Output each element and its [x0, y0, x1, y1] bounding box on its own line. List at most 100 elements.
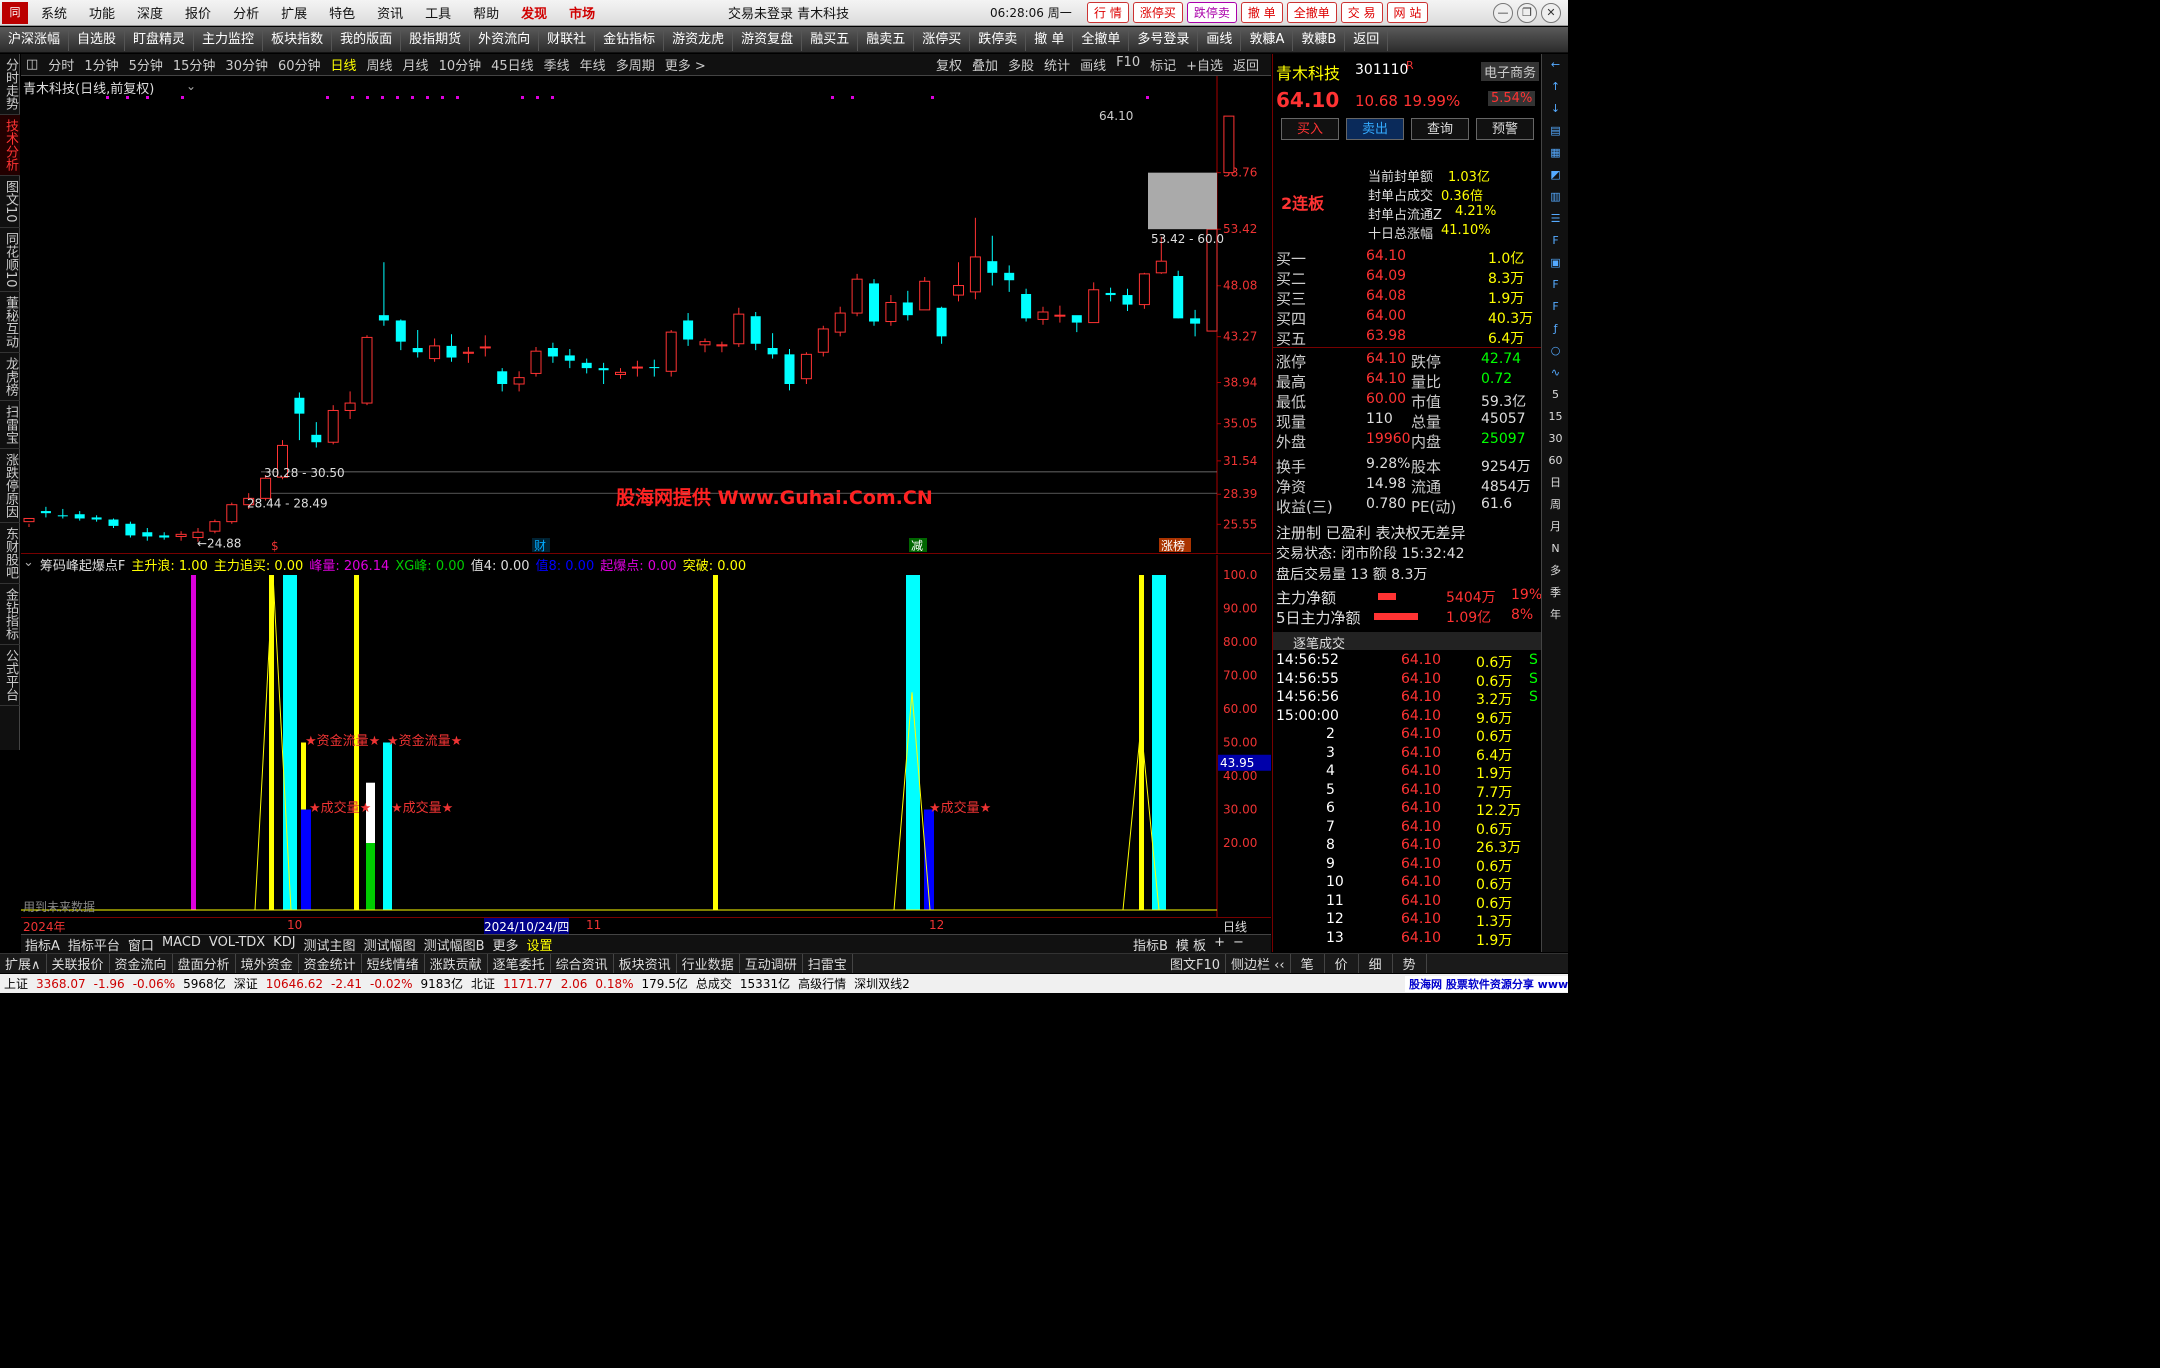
period-tab[interactable]: 季线 [539, 55, 575, 74]
period-shortcut[interactable]: 60 [1542, 450, 1568, 472]
period-tab[interactable]: 15分钟 [168, 55, 221, 74]
toolbar-button[interactable]: 金钻指标 [595, 28, 665, 51]
toolbar-button[interactable]: 主力监控 [194, 28, 264, 51]
arrow-up-icon[interactable]: ↑ [1542, 76, 1568, 98]
indicator-tool[interactable]: − [1229, 935, 1248, 954]
period-shortcut[interactable]: 周 [1542, 494, 1568, 516]
menu-item[interactable]: 特色 [318, 3, 366, 22]
period-shortcut[interactable]: 5 [1542, 384, 1568, 406]
toolbar-button[interactable]: 敦糠B [1293, 28, 1346, 51]
period-shortcut[interactable]: 30 [1542, 428, 1568, 450]
chart-tool-button[interactable]: 复权 [931, 55, 967, 74]
toolbar-button[interactable]: 自选股 [69, 28, 126, 51]
restore-icon[interactable]: ❐ [1517, 2, 1537, 23]
bottom-tab[interactable]: 扫雷宝 [803, 954, 853, 973]
indicator-tab[interactable]: 测试幅图B [420, 935, 489, 954]
bottom-tab[interactable]: 短线情绪 [362, 954, 425, 973]
indicator-tab[interactable]: MACD [158, 935, 205, 954]
f2-icon[interactable]: F [1542, 296, 1568, 318]
left-tab[interactable]: 涨跌停原因 [0, 449, 20, 524]
chart-tool-button[interactable]: 返回 [1228, 55, 1264, 74]
indicator-collapse-icon[interactable]: ⌄ [23, 555, 34, 574]
period-tab[interactable]: 45日线 [486, 55, 539, 74]
bottom-tab[interactable]: 互动调研 [740, 954, 803, 973]
chart-tool-button[interactable]: 多股 [1003, 55, 1039, 74]
bottom-right-tab[interactable]: 价 [1325, 954, 1359, 973]
bottom-right-tab[interactable]: 细 [1359, 954, 1393, 973]
toolbar-button[interactable]: 撤 单 [1026, 28, 1074, 51]
chart-tool-button[interactable]: 画线 [1075, 55, 1111, 74]
left-tab[interactable]: 图文10 [0, 176, 20, 228]
period-shortcut[interactable]: 多 [1542, 560, 1568, 582]
left-tab[interactable]: 东财股吧 [0, 523, 20, 585]
indicator-tool[interactable]: 指标B [1129, 935, 1172, 954]
menu-market[interactable]: 市场 [558, 3, 606, 22]
toolbar-button[interactable]: 沪深涨幅 [0, 28, 70, 51]
f10-icon[interactable]: F [1542, 230, 1568, 252]
toolbar-button[interactable]: 涨停买 [914, 28, 971, 51]
candle-icon[interactable]: ▥ [1542, 186, 1568, 208]
left-tab[interactable]: 金钻指标 [0, 584, 20, 646]
close-icon[interactable]: ✕ [1541, 2, 1561, 23]
period-tab[interactable]: 60分钟 [273, 55, 326, 74]
period-shortcut[interactable]: 15 [1542, 406, 1568, 428]
doc-icon[interactable]: ▣ [1542, 252, 1568, 274]
period-tab[interactable]: 5分钟 [124, 55, 168, 74]
indicator-tab[interactable]: 指标A [21, 935, 64, 954]
toolbar-button[interactable]: 多号登录 [1129, 28, 1199, 51]
period-shortcut[interactable]: N [1542, 538, 1568, 560]
period-tab[interactable]: 月线 [398, 55, 434, 74]
bottom-tab[interactable]: 行业数据 [677, 954, 740, 973]
bottom-tab[interactable]: 盘面分析 [173, 954, 236, 973]
left-tab[interactable]: 公式平台 [0, 645, 20, 707]
indicator-tab[interactable]: 设置 [523, 935, 557, 954]
toolbar-button[interactable]: 外资流向 [470, 28, 540, 51]
period-shortcut[interactable]: 月 [1542, 516, 1568, 538]
chart-tool-button[interactable]: +自选 [1181, 55, 1228, 74]
left-tab[interactable]: 技术分析 [0, 115, 20, 176]
menu-item[interactable]: 功能 [78, 3, 126, 22]
trade-button[interactable]: 预警 [1476, 118, 1534, 140]
table-icon[interactable]: ▦ [1542, 142, 1568, 164]
trade-button[interactable]: 查询 [1411, 118, 1469, 140]
bottom-right-tab[interactable]: 笔 [1291, 954, 1325, 973]
toolbar-button[interactable]: 跌停卖 [970, 28, 1027, 51]
menu-item[interactable]: 资讯 [366, 3, 414, 22]
indicator-tab[interactable]: 更多 [489, 935, 523, 954]
quick-trade-button[interactable]: 撤 单 [1240, 2, 1283, 23]
indicator-tab[interactable]: VOL-TDX [205, 935, 269, 954]
bottom-tab[interactable]: 扩展∧ [0, 954, 47, 973]
bottom-right-tab[interactable]: 势 [1393, 954, 1427, 973]
toolbar-button[interactable]: 全撤单 [1073, 28, 1130, 51]
bottom-tab[interactable]: 关联报价 [47, 954, 110, 973]
period-shortcut[interactable]: 日 [1542, 472, 1568, 494]
bottom-tab[interactable]: 资金统计 [299, 954, 362, 973]
quick-trade-button[interactable]: 网 站 [1386, 2, 1429, 23]
indicator-tab[interactable]: KDJ [269, 935, 299, 954]
bottom-tab[interactable]: 板块资讯 [614, 954, 677, 973]
menu-discover[interactable]: 发现 [510, 3, 558, 22]
arrow-down-icon[interactable]: ↓ [1542, 98, 1568, 120]
toolbar-button[interactable]: 我的版面 [332, 28, 402, 51]
trade-button[interactable]: 卖出 [1346, 118, 1404, 140]
period-tab[interactable]: 10分钟 [434, 55, 487, 74]
period-tab[interactable]: 分时 [43, 55, 79, 74]
indicator-tab[interactable]: 测试主图 [300, 935, 360, 954]
toolbar-button[interactable]: 融卖五 [858, 28, 915, 51]
chart-tool-button[interactable]: F10 [1111, 55, 1145, 74]
quick-trade-button[interactable]: 交 易 [1340, 2, 1383, 23]
left-tab[interactable]: 分时走势 [0, 54, 20, 115]
bottom-tab[interactable]: 资金流向 [110, 954, 173, 973]
toolbar-button[interactable]: 盯盘精灵 [125, 28, 195, 51]
indicator-chart[interactable]: 100.0 90.00 80.00 70.00 60.00 50.00 40.00 30.00… [21, 555, 1271, 917]
toolbar-button[interactable]: 游资龙虎 [664, 28, 734, 51]
toolbar-button[interactable]: 股指期货 [401, 28, 471, 51]
period-tab[interactable]: 30分钟 [220, 55, 273, 74]
quick-trade-button[interactable]: 涨停买 [1132, 2, 1183, 23]
left-tab[interactable]: 龙虎榜 [0, 353, 20, 402]
menu-item[interactable]: 深度 [126, 3, 174, 22]
menu-item[interactable]: 扩展 [270, 3, 318, 22]
arrow-left-icon[interactable]: ← [1542, 54, 1568, 76]
kline-chart[interactable]: 青木科技(日线,前复权) ⌄ 58.76 53.42 48.08 43.27 38.94… [21, 76, 1271, 554]
indicator-tool[interactable]: 模 板 [1172, 935, 1210, 954]
